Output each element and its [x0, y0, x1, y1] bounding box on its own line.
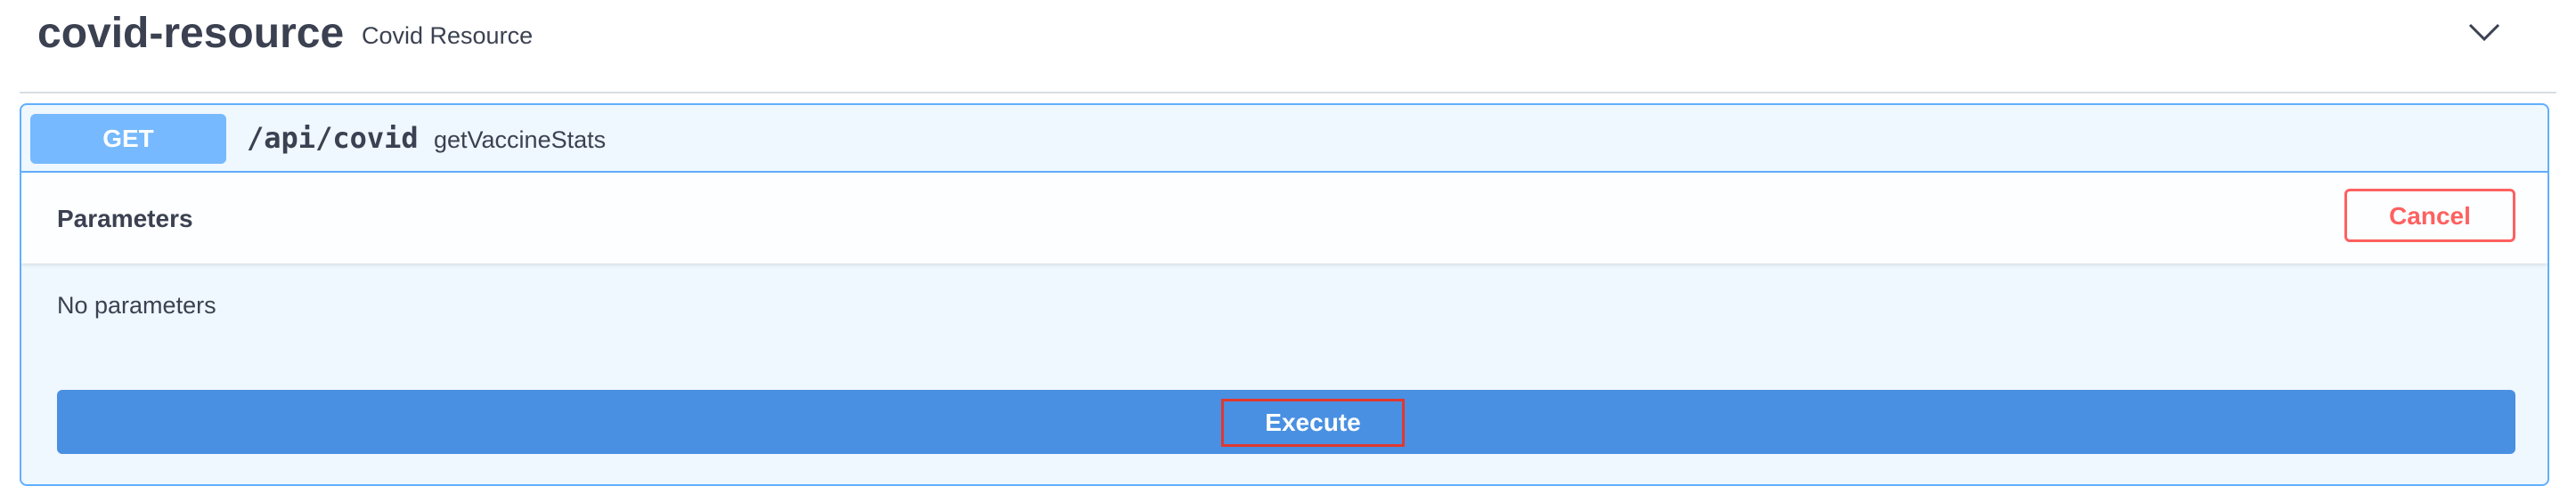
execute-button[interactable]: Execute: [57, 390, 2515, 454]
execute-label[interactable]: Execute: [1221, 399, 1405, 447]
operation-block: GET /api/covid getVaccineStats Parameter…: [20, 103, 2549, 486]
tag-description: Covid Resource: [362, 22, 534, 49]
operation-summary-text: getVaccineStats: [434, 126, 607, 153]
operation-path: /api/covid: [247, 121, 419, 155]
chevron-down-svg: [2468, 23, 2500, 42]
no-parameters-text: No parameters: [57, 292, 216, 319]
tag-name[interactable]: covid-resource: [37, 9, 344, 58]
operation-summary[interactable]: GET /api/covid getVaccineStats: [21, 105, 2547, 173]
cancel-button[interactable]: Cancel: [2344, 189, 2515, 242]
method-badge: GET: [30, 114, 226, 164]
parameters-title: Parameters: [57, 205, 193, 232]
tag-header[interactable]: covid-resource Covid Resource: [20, 0, 2556, 93]
chevron-down-icon[interactable]: [2465, 16, 2504, 48]
parameters-header: Parameters Cancel: [21, 173, 2547, 263]
